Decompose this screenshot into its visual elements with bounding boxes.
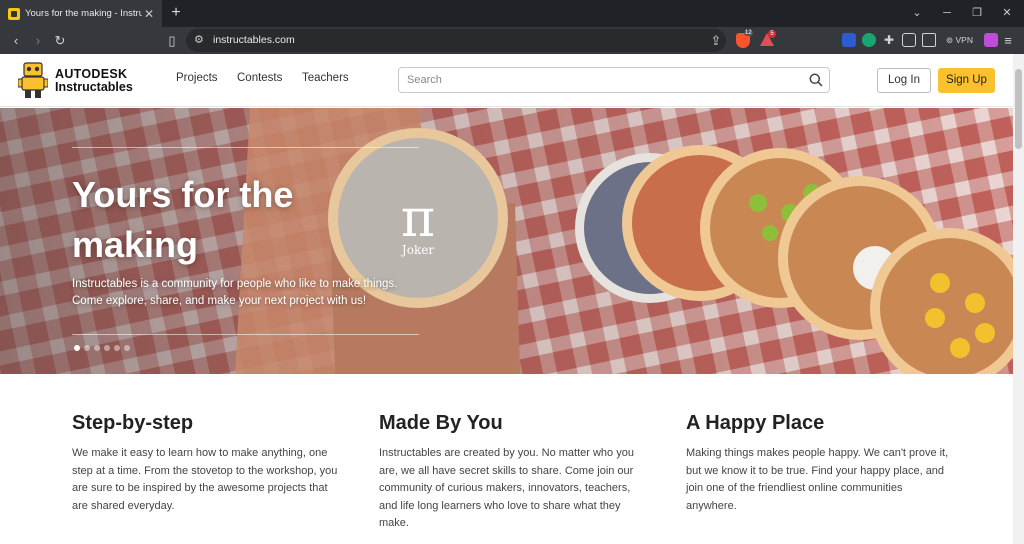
nav-teachers[interactable]: Teachers	[302, 72, 349, 84]
feature-step-by-step: Step-by-step We make it easy to learn ho…	[72, 408, 342, 515]
svg-text:Joker: Joker	[400, 243, 434, 257]
brand-instructables[interactable]: Instructables	[55, 80, 133, 94]
hero-divider-bottom	[72, 334, 419, 335]
hero-banner: π Joker Yours for the making Instructabl…	[0, 108, 1013, 374]
nav-projects[interactable]: Projects	[176, 72, 218, 84]
login-button[interactable]: Log In	[877, 68, 931, 93]
vpn-button[interactable]: ⊚ VPN	[946, 27, 973, 54]
hero-title: Yours for the making	[72, 174, 294, 265]
restore-icon[interactable]: ❐	[962, 0, 992, 27]
carousel-dot[interactable]	[84, 345, 90, 351]
scrollbar-thumb[interactable]	[1015, 69, 1022, 149]
vpn-label: VPN	[955, 35, 973, 45]
carousel-dot[interactable]	[94, 345, 100, 351]
feature-happy-place: A Happy Place Making things makes people…	[686, 408, 956, 515]
site-header: AUTODESK Instructables Projects Contests…	[0, 54, 1013, 107]
brand-autodesk[interactable]: AUTODESK	[55, 67, 127, 81]
nav-contests[interactable]: Contests	[237, 72, 282, 84]
new-tab-icon[interactable]: +	[166, 3, 186, 23]
menu-icon[interactable]: ≡	[1000, 31, 1016, 50]
shields-count-badge: 12	[744, 30, 753, 36]
extension-shield-icon[interactable]	[842, 33, 856, 47]
profile-icon[interactable]	[984, 33, 998, 47]
extensions-puzzle-icon[interactable]: ✚	[882, 33, 896, 47]
feature-text: Instructables are created by you. No mat…	[379, 447, 634, 529]
hero-divider-top	[72, 147, 419, 148]
site-info-icon[interactable]: ⚙	[194, 32, 204, 49]
tab-search-icon[interactable]: ⌄	[902, 0, 932, 27]
address-bar[interactable]: ⚙ instructables.com	[186, 29, 726, 52]
page-scrollbar[interactable]	[1013, 54, 1024, 544]
feature-title: Made By You	[379, 412, 503, 434]
wallet-icon[interactable]	[922, 33, 936, 47]
bookmark-icon[interactable]: ▯	[162, 31, 182, 50]
instructables-favicon-icon	[8, 7, 20, 20]
feature-text: We make it easy to learn how to make any…	[72, 447, 338, 512]
feature-text: Making things makes people happy. We can…	[686, 447, 949, 512]
instructables-robot-logo[interactable]	[18, 61, 48, 99]
minimize-icon[interactable]: ─	[932, 0, 962, 27]
search-box	[398, 67, 830, 93]
back-arrow-icon[interactable]: ‹	[6, 31, 26, 50]
feature-made-by-you: Made By You Instructables are created by…	[379, 408, 649, 533]
feature-title: Step-by-step	[72, 412, 194, 434]
signup-button[interactable]: Sign Up	[938, 68, 995, 93]
carousel-dot[interactable]	[114, 345, 120, 351]
share-icon[interactable]: ⇪	[706, 31, 726, 50]
forward-arrow-icon[interactable]: ›	[28, 31, 48, 50]
browser-tab-bar: Yours for the making - Instructables ✕ +…	[0, 0, 1024, 27]
tab-title: Yours for the making - Instructables	[25, 8, 142, 19]
carousel-dot[interactable]	[74, 345, 80, 351]
grammarly-icon[interactable]	[862, 33, 876, 47]
search-icon[interactable]	[809, 73, 823, 87]
search-input[interactable]	[400, 69, 800, 91]
browser-toolbar: ‹ › ↻ ▯ ⚙ instructables.com ⇪ 12 5 ✚ ⊚ V…	[0, 27, 1024, 54]
close-tab-icon[interactable]: ✕	[142, 7, 156, 21]
feature-title: A Happy Place	[686, 412, 825, 434]
svg-text:π: π	[401, 189, 435, 249]
sidebar-icon[interactable]	[902, 33, 916, 47]
browser-tab[interactable]: Yours for the making - Instructables ✕	[0, 0, 162, 27]
url-text[interactable]: instructables.com	[213, 29, 295, 52]
rewards-count-badge: 5	[768, 30, 776, 38]
close-window-icon[interactable]: ✕	[992, 0, 1022, 27]
carousel-dot[interactable]	[124, 345, 130, 351]
hero-subtitle: Instructables is a community for people …	[72, 278, 398, 307]
carousel-dot[interactable]	[104, 345, 110, 351]
reload-icon[interactable]: ↻	[50, 31, 70, 50]
